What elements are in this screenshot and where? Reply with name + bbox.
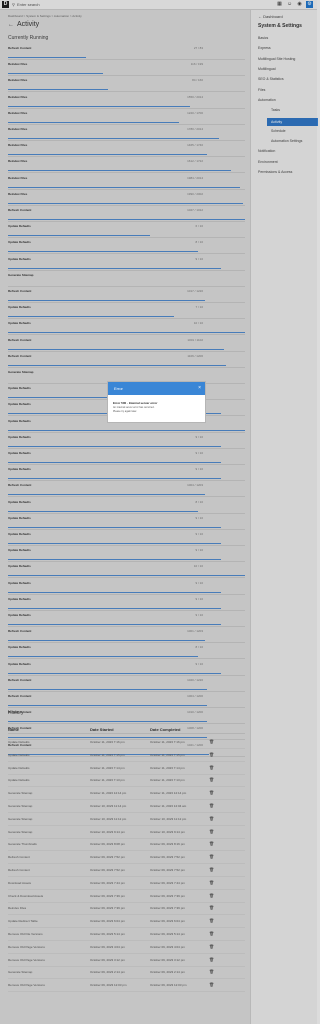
dialog-header: Error ×	[108, 382, 205, 395]
error-dialog: Error × Error 500 - Internal server erro…	[107, 381, 206, 423]
error-detail: An internal server error has occurred. P…	[113, 406, 154, 413]
modal-overlay[interactable]	[0, 0, 317, 1024]
error-message: Error 500 - Internal server error	[113, 401, 158, 405]
error-detail-line: Please try again later.	[113, 409, 138, 413]
dialog-title: Error	[114, 386, 123, 391]
error-detail-line: An internal server error has occurred.	[113, 406, 155, 409]
close-icon[interactable]: ×	[198, 385, 201, 391]
